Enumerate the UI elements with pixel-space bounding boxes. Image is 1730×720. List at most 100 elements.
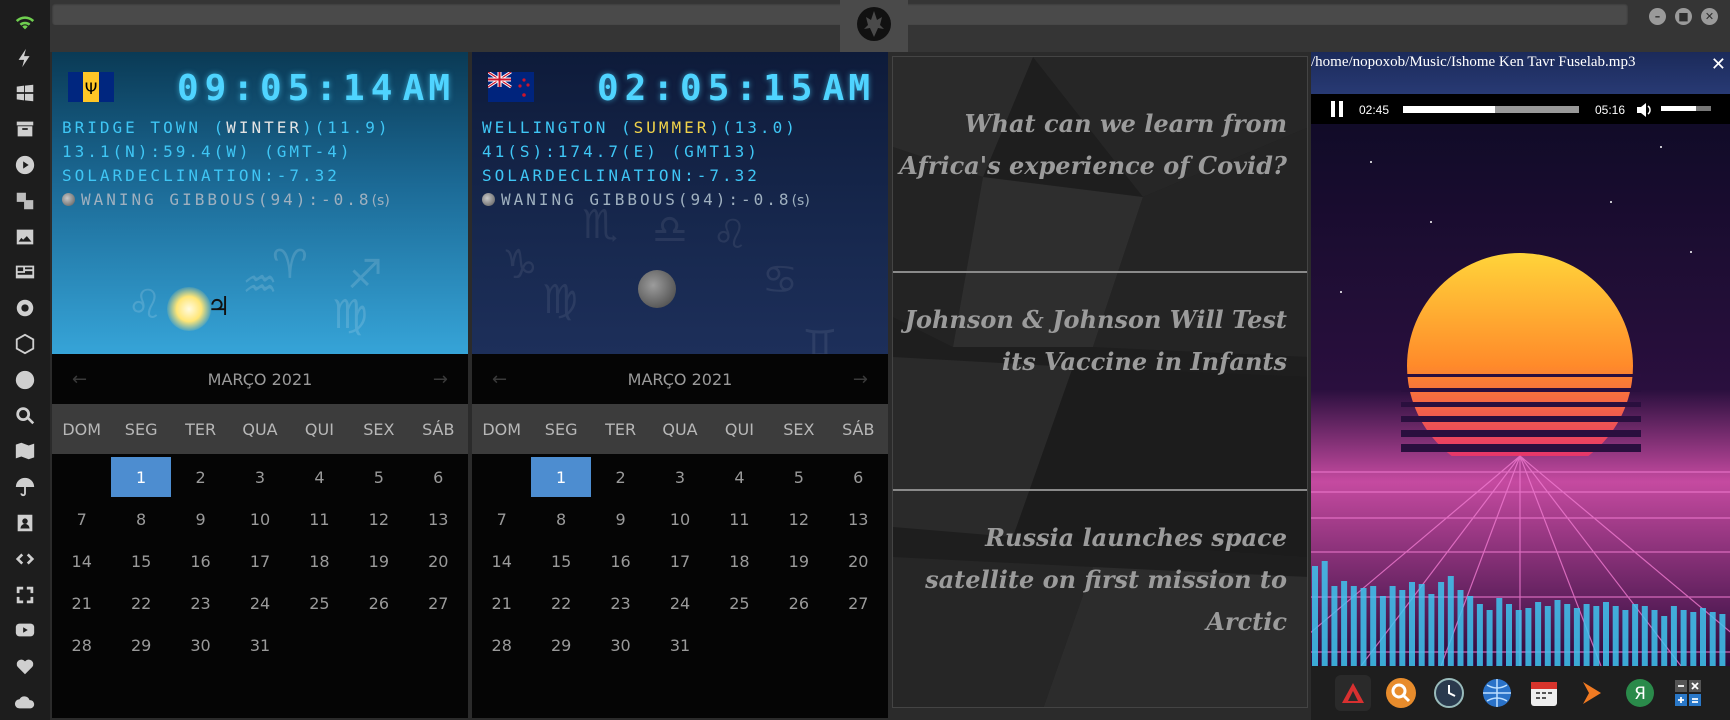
calendar-day[interactable]: 17 — [230, 540, 289, 582]
app-red-triangle-icon[interactable] — [1334, 675, 1371, 711]
calendar-day[interactable]: 10 — [650, 498, 709, 540]
contact-icon[interactable] — [7, 505, 43, 541]
calendar-day[interactable]: 26 — [349, 582, 408, 624]
cloud-icon[interactable] — [7, 684, 43, 720]
prev-month-button[interactable]: ← — [492, 369, 507, 390]
code-icon[interactable] — [7, 541, 43, 577]
calendar-day[interactable]: 26 — [769, 582, 828, 624]
calendar-day[interactable]: 7 — [472, 498, 531, 540]
seek-bar[interactable] — [1403, 106, 1579, 113]
calendar-day[interactable]: 27 — [829, 582, 888, 624]
calendar-day[interactable]: 23 — [171, 582, 230, 624]
next-month-button[interactable]: → — [853, 369, 868, 390]
calendar-day[interactable]: 18 — [710, 540, 769, 582]
calendar-day[interactable]: 6 — [829, 456, 888, 498]
windows-icon[interactable] — [7, 76, 43, 112]
yandex-icon[interactable]: Я — [1622, 675, 1658, 711]
calendar-day[interactable]: 28 — [52, 624, 111, 666]
calendar-day[interactable]: 16 — [591, 540, 650, 582]
calendar-day[interactable]: 14 — [52, 540, 111, 582]
calendar-day[interactable]: 11 — [290, 498, 349, 540]
calendar-day[interactable]: 25 — [710, 582, 769, 624]
pause-button[interactable] — [1327, 99, 1347, 119]
expand-icon[interactable] — [7, 577, 43, 613]
calendar-day[interactable]: 29 — [111, 624, 170, 666]
calendar-day[interactable]: 12 — [769, 498, 828, 540]
next-month-button[interactable]: → — [433, 369, 448, 390]
play-icon[interactable] — [7, 147, 43, 183]
calendar-day[interactable]: 30 — [591, 624, 650, 666]
calendar-day[interactable]: 5 — [349, 456, 408, 498]
calendar-day[interactable]: 21 — [472, 582, 531, 624]
calendar-day[interactable]: 11 — [710, 498, 769, 540]
settings-icon[interactable] — [7, 290, 43, 326]
globe-icon[interactable] — [7, 362, 43, 398]
network-icon[interactable] — [7, 326, 43, 362]
search-orange-icon[interactable] — [1383, 675, 1419, 711]
umbrella-icon[interactable] — [7, 469, 43, 505]
calendar-day[interactable]: 9 — [171, 498, 230, 540]
calendar-day[interactable]: 15 — [111, 540, 170, 582]
calendar-day[interactable]: 31 — [230, 624, 289, 666]
calendar-day[interactable]: 28 — [472, 624, 531, 666]
calendar-day[interactable]: 10 — [230, 498, 289, 540]
close-button[interactable]: ✕ — [1701, 8, 1718, 25]
calendar-day[interactable]: 16 — [171, 540, 230, 582]
calendar-day[interactable]: 29 — [531, 624, 590, 666]
map-icon[interactable] — [7, 434, 43, 470]
volume-slider[interactable] — [1661, 106, 1711, 111]
calendar-day[interactable]: 17 — [650, 540, 709, 582]
calendar-day[interactable]: 8 — [531, 498, 590, 540]
calendar-day[interactable]: 8 — [111, 498, 170, 540]
calendar-day[interactable]: 6 — [409, 456, 468, 498]
calendar-day[interactable]: 19 — [769, 540, 828, 582]
calendar-day[interactable]: 13 — [409, 498, 468, 540]
arrow-orange-icon[interactable] — [1574, 675, 1610, 711]
news-headline[interactable]: What can we learn from Africa's experien… — [897, 103, 1287, 187]
wifi-icon[interactable] — [7, 4, 43, 40]
calendar-icon[interactable] — [1526, 675, 1562, 711]
calendar-day[interactable]: 3 — [230, 456, 289, 498]
maximize-button[interactable]: ■ — [1675, 8, 1692, 25]
calculator-icon[interactable] — [1670, 675, 1706, 711]
calendar-day[interactable]: 18 — [290, 540, 349, 582]
calendar-day[interactable]: 12 — [349, 498, 408, 540]
rebel-emblem-tab[interactable] — [840, 0, 908, 52]
minimize-button[interactable]: – — [1649, 8, 1666, 25]
calendar-day[interactable]: 22 — [531, 582, 590, 624]
calendar-day[interactable]: 31 — [650, 624, 709, 666]
globe-icon[interactable] — [1479, 675, 1515, 711]
news-headline[interactable]: Johnson & Johnson Will Test its Vaccine … — [897, 299, 1287, 383]
calendar-day[interactable]: 27 — [409, 582, 468, 624]
archive-icon[interactable] — [7, 111, 43, 147]
translate-icon[interactable] — [7, 183, 43, 219]
calendar-day[interactable]: 23 — [591, 582, 650, 624]
calendar-day[interactable]: 2 — [171, 456, 230, 498]
calendar-day[interactable]: 19 — [349, 540, 408, 582]
news-headline[interactable]: Russia launches space satellite on first… — [897, 517, 1287, 643]
calendar-day[interactable]: 7 — [52, 498, 111, 540]
calendar-day[interactable]: 3 — [650, 456, 709, 498]
bolt-icon[interactable] — [7, 40, 43, 76]
calendar-day[interactable]: 4 — [710, 456, 769, 498]
calendar-day[interactable]: 5 — [769, 456, 828, 498]
calendar-day[interactable]: 4 — [290, 456, 349, 498]
calendar-day[interactable]: 24 — [650, 582, 709, 624]
calendar-day[interactable]: 24 — [230, 582, 289, 624]
calendar-day[interactable]: 14 — [472, 540, 531, 582]
calendar-day[interactable]: 30 — [171, 624, 230, 666]
calendar-day[interactable]: 20 — [409, 540, 468, 582]
calendar-day[interactable]: 1 — [111, 457, 171, 497]
player-close-icon[interactable]: ✕ — [1711, 54, 1726, 75]
calendar-day[interactable]: 1 — [531, 457, 591, 497]
image-icon[interactable] — [7, 219, 43, 255]
calendar-day[interactable]: 15 — [531, 540, 590, 582]
calendar-day[interactable]: 25 — [290, 582, 349, 624]
youtube-icon[interactable] — [7, 613, 43, 649]
clock-icon[interactable] — [1431, 675, 1467, 711]
calendar-day[interactable]: 13 — [829, 498, 888, 540]
calendar-day[interactable]: 22 — [111, 582, 170, 624]
heart-icon[interactable] — [7, 648, 43, 684]
calendar-day[interactable]: 20 — [829, 540, 888, 582]
calendar-day[interactable]: 2 — [591, 456, 650, 498]
